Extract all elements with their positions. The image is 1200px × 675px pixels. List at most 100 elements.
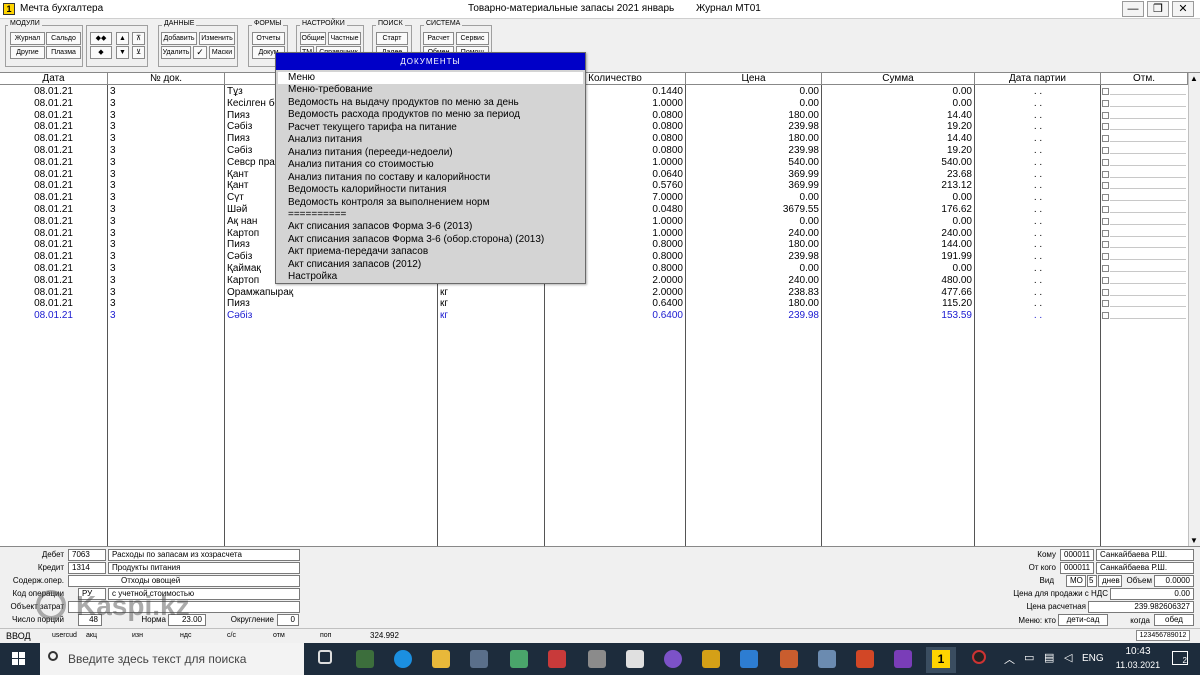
tray-language[interactable]: ENG [1082,653,1104,664]
app-icon[interactable]: 1 [3,3,15,15]
documents-menu-item[interactable]: Анализ питания [278,134,583,146]
kind-field[interactable]: МО [1066,575,1086,587]
task-view-icon[interactable] [318,650,332,664]
sale-price-field[interactable]: 0.00 [1110,588,1194,600]
credit-name-field[interactable]: Продукты питания [108,562,300,574]
mark-checkbox[interactable] [1102,123,1109,131]
masks-button[interactable]: Маски [209,46,235,59]
credit-code-field[interactable]: 1314 [68,562,106,574]
mark-checkbox[interactable] [1102,265,1109,272]
scroll-down-icon[interactable]: ▼ [1190,536,1198,545]
mark-checkbox[interactable] [1102,217,1109,225]
app-icon-tools[interactable] [818,650,836,668]
app-icon-paint[interactable] [626,650,644,668]
mark-checkbox[interactable] [1102,170,1109,178]
close-button[interactable]: ✕ [1172,1,1194,17]
other-button[interactable]: Другие [10,46,45,59]
documents-menu-item[interactable]: Расчет текущего тарифа на питание [278,122,583,134]
media-player-icon[interactable] [702,650,720,668]
tray-time[interactable]: 10:43 [1116,646,1160,657]
documents-menu-item[interactable]: Ведомость контроля за выполнением норм [278,197,583,209]
mark-checkbox[interactable] [1102,253,1109,261]
app-icon-printer[interactable] [588,650,606,668]
table-row[interactable]: 08.01.21 3 Картоп 1.0000 240.00 240.00. . [0,228,1188,240]
table-row[interactable]: 08.01.21 3 Пияз 0.0800 180.00 14.40. . [0,110,1188,122]
tray-date[interactable]: 11.03.2021 [1110,660,1166,670]
table-row[interactable]: 08.01.21 3 Ақ нан 1.0000 0.00 0.00. . [0,216,1188,228]
table-row[interactable]: 08.01.21 3 Пияз 0.0800 180.00 14.40. . [0,133,1188,145]
table-row[interactable]: 08.01.21 3 Орамжапырақ кг 2.0000 238.83 477.66… [0,287,1188,299]
vertical-scrollbar[interactable]: ▲ ▼ [1188,73,1200,546]
table-row[interactable]: 08.01.21 3 Картоп 2.0000 240.00 480.00. . [0,275,1188,287]
table-row[interactable]: 08.01.21 3 Қант 0.0640 369.99 23.68. . [0,169,1188,181]
bottom-arrow-button[interactable]: ⊻ [132,46,145,59]
table-row[interactable]: 08.01.21 3 Шәй 0.0480 3679.55 176.62. . [0,204,1188,216]
table-row[interactable]: 08.01.21 3 Сәбіз 0.0800 239.98 19.20. . [0,145,1188,157]
documents-menu-item[interactable]: Меню-требование [278,84,583,96]
mark-checkbox[interactable] [1102,288,1109,296]
table-row[interactable]: 08.01.21 3 Сәбіз 0.8000 239.98 191.99. . [0,251,1188,263]
header-batch-date[interactable]: Дата партии [975,73,1101,85]
app-icon-cube[interactable] [510,650,528,668]
minimize-button[interactable]: — [1122,1,1144,17]
tray-network-icon[interactable]: ▤ [1044,651,1054,664]
mark-checkbox[interactable] [1102,99,1109,107]
down-arrow-button[interactable]: ▼ [116,46,129,59]
mark-checkbox[interactable] [1102,147,1109,154]
from-name-field[interactable]: Санкайбаева Р.Ш. [1096,562,1194,574]
header-sum[interactable]: Сумма [822,73,975,85]
mail-icon[interactable] [740,650,758,668]
expand-arrows-button[interactable]: ◆◆ [90,32,112,45]
search-start-button[interactable]: Старт [376,32,408,45]
debit-name-field[interactable]: Расходы по запасам из хозрасчета [108,549,300,561]
header-mark[interactable]: Отм. [1101,73,1188,85]
mark-checkbox[interactable] [1102,111,1109,119]
mark-checkbox[interactable] [1102,276,1109,284]
header-doc-number[interactable]: № док. [108,73,225,85]
table-row[interactable]: 08.01.21 3 Қант 0.5760 369.99 213.12. . [0,180,1188,192]
documents-menu-item[interactable]: Анализ питания по составу и калорийности [278,172,583,184]
mark-checkbox[interactable] [1102,194,1109,202]
app-icon-winrar[interactable] [548,650,566,668]
table-row[interactable]: 08.01.21 3 Қаймақ 0.8000 0.00 0.00. . [0,263,1188,275]
table-row[interactable]: 08.01.21 3 Пияз кг 0.6400 180.00 115.20 . . [0,298,1188,310]
to-name-field[interactable]: Санкайбаева Р.Ш. [1096,549,1194,561]
active-app-button[interactable]: 1 [926,647,956,673]
mark-checkbox[interactable] [1102,229,1109,237]
mark-checkbox[interactable] [1102,206,1109,213]
tray-volume-icon[interactable]: ◁ [1064,651,1072,664]
check-icon[interactable]: ✓ [193,46,207,59]
edge-browser-icon[interactable] [394,650,412,668]
days-unit-field[interactable]: днев [1098,575,1122,587]
documents-menu-item[interactable]: Акт приема-передачи запасов [278,246,583,258]
header-date[interactable]: Дата [0,73,108,85]
top-arrow-button[interactable]: ⊼ [132,32,145,45]
table-row[interactable]: 08.01.21 3 Сәбіз 0.0800 239.98 19.20. . [0,121,1188,133]
documents-menu-item[interactable]: Меню [278,72,583,84]
service-button[interactable]: Сервис [456,32,489,45]
rounding-field[interactable]: 0 [277,614,299,626]
calculator-app-icon[interactable] [356,650,374,668]
viber-icon[interactable] [664,650,682,668]
from-code-field[interactable]: 000011 [1060,562,1094,574]
documents-menu-item[interactable]: ========== [278,209,583,221]
table-row[interactable]: 08.01.21 3 Тұз 0.1440 0.00 0.00. . [0,86,1188,98]
documents-menu-item[interactable]: Ведомость калорийности питания [278,184,583,196]
calc-price-field[interactable]: 239.982606327 [1088,601,1194,613]
table-row[interactable]: 08.01.21 3 Севср пра 1.0000 540.00 540.00. . [0,157,1188,169]
mark-checkbox[interactable] [1102,158,1109,166]
documents-menu-item[interactable]: Акт списания запасов (2012) [278,259,583,271]
edit-button[interactable]: Изменить [199,32,235,45]
notifications-icon[interactable]: 2 [1172,651,1188,665]
app-icon-paint3d[interactable] [780,650,798,668]
content-field[interactable]: Отходы овощей [68,575,300,587]
table-row[interactable]: 08.01.21 3 Кесілген бе 1.0000 0.00 0.00. . [0,98,1188,110]
to-code-field[interactable]: 000011 [1060,549,1094,561]
calc-button[interactable]: Расчет [423,32,454,45]
days-field[interactable]: 5 [1087,575,1097,587]
mark-checkbox[interactable] [1102,182,1109,190]
plasma-button[interactable]: Плазма [46,46,81,59]
record-icon[interactable] [972,650,986,664]
documents-menu-item[interactable]: Ведомость расхода продуктов по меню за п… [278,109,583,121]
powerpoint-icon[interactable] [856,650,874,668]
